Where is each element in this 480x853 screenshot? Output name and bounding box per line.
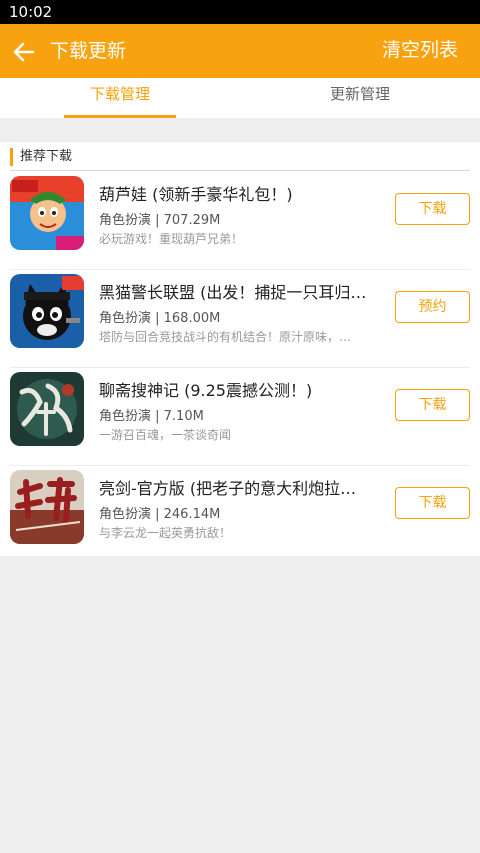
download-button[interactable]: 下载	[395, 193, 470, 225]
liangjian-app-icon	[10, 470, 84, 544]
app-name: 亮剑-官方版 (把老子的意大利炮拉…	[99, 479, 357, 498]
back-button[interactable]	[10, 38, 38, 66]
app-meta: 角色扮演 | 7.10M	[99, 409, 204, 424]
section-title: 推荐下载	[20, 149, 73, 164]
calabash-app-icon	[10, 176, 84, 250]
app-description: 塔防与回合竞技战斗的有机结合！原汁原味，…	[99, 330, 352, 344]
app-description: 与李云龙一起英勇抗敌！	[99, 526, 232, 540]
app-description: 一游召百魂，一茶谈奇闻	[99, 428, 232, 442]
clear-list-button[interactable]: 清空列表	[382, 24, 458, 76]
app-row-calabash[interactable]: 葫芦娃 (领新手豪华礼包！) 角色扮演 | 707.29M 必玩游戏！重现葫芦兄…	[0, 172, 480, 270]
app-name: 葫芦娃 (领新手豪华礼包！)	[99, 185, 293, 204]
page-title: 下载更新	[50, 40, 127, 62]
section-header: 推荐下载	[10, 148, 470, 168]
app-row-liaozhai[interactable]: 聊斋搜神记 (9.25震撼公测！) 角色扮演 | 7.10M 一游召百魂，一茶谈…	[0, 368, 480, 466]
section-accent-bar	[10, 148, 13, 166]
tab-bar: 下载管理 更新管理	[0, 78, 480, 118]
app-bar: 下载更新 清空列表	[0, 24, 480, 78]
app-name: 聊斋搜神记 (9.25震撼公测！)	[99, 381, 313, 400]
black-cat-app-icon	[10, 274, 84, 348]
tab-update-manage[interactable]: 更新管理	[240, 78, 480, 118]
tab-indicator	[64, 115, 176, 118]
download-button[interactable]: 下载	[395, 487, 470, 519]
app-name: 黑猫警长联盟 (出发！捕捉一只耳归…	[99, 283, 367, 302]
app-row-black-cat[interactable]: 黑猫警长联盟 (出发！捕捉一只耳归… 角色扮演 | 168.00M 塔防与回合竞…	[0, 270, 480, 368]
app-meta: 角色扮演 | 707.29M	[99, 213, 221, 228]
reserve-button[interactable]: 预约	[395, 291, 470, 323]
app-meta: 角色扮演 | 246.14M	[99, 507, 221, 522]
download-button[interactable]: 下载	[395, 389, 470, 421]
app-row-liangjian[interactable]: 亮剑-官方版 (把老子的意大利炮拉… 角色扮演 | 246.14M 与李云龙一起…	[0, 466, 480, 564]
status-bar: 10:02	[0, 0, 480, 24]
liaozhai-app-icon	[10, 372, 84, 446]
section-divider	[10, 170, 470, 171]
app-description: 必玩游戏！重现葫芦兄弟！	[99, 232, 244, 246]
arrow-left-icon	[13, 42, 35, 62]
app-meta: 角色扮演 | 168.00M	[99, 311, 221, 326]
status-time: 10:02	[9, 3, 53, 21]
tab-download-manage[interactable]: 下载管理	[0, 78, 240, 118]
